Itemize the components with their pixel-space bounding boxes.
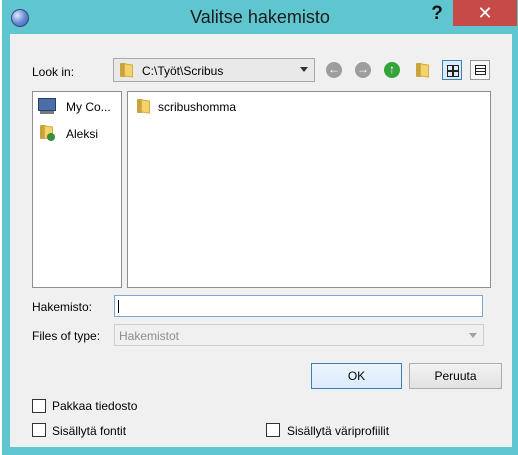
computer-icon [38, 98, 56, 111]
sidebar-item-label: My Co... [66, 100, 111, 114]
ok-button[interactable]: OK [311, 363, 402, 389]
look-in-combo[interactable]: C:\Työt\Scribus [113, 58, 315, 82]
back-icon[interactable]: ← [326, 62, 342, 78]
look-in-path: C:\Työt\Scribus [142, 64, 224, 78]
file-list-panel[interactable]: scribushomma [127, 91, 491, 288]
detail-view-icon[interactable] [470, 60, 490, 80]
close-button[interactable]: ✕ [453, 0, 517, 26]
list-item[interactable]: scribushomma [132, 96, 272, 116]
include-fonts-checkbox[interactable] [32, 423, 46, 437]
directory-label: Hakemisto: [32, 300, 93, 314]
compress-checkbox[interactable] [32, 399, 46, 413]
file-type-value: Hakemistot [119, 329, 180, 343]
computer-base [40, 111, 54, 114]
list-view-icon[interactable] [442, 60, 462, 80]
title-bar[interactable]: Valitse hakemisto ? ✕ [2, 0, 518, 34]
compress-label: Pakkaa tiedosto [52, 399, 138, 413]
chevron-down-icon [469, 333, 477, 338]
file-type-label: Files of type: [32, 329, 101, 343]
dialog-window: Valitse hakemisto ? ✕ Look in: C:\Työt\S… [2, 0, 518, 455]
sidebar-item-label: Aleksi [66, 127, 99, 141]
new-folder-icon[interactable] [416, 63, 430, 78]
list-item-label: scribushomma [158, 100, 237, 114]
include-profiles-checkbox[interactable] [266, 423, 280, 437]
parent-dir-icon[interactable]: ↑ [384, 62, 400, 78]
user-badge-icon [47, 133, 55, 141]
folder-icon [120, 63, 134, 78]
sidebar-panel[interactable]: My Co... Aleksi [32, 91, 122, 288]
chevron-down-icon [300, 67, 308, 72]
text-caret [118, 300, 119, 313]
folder-icon [137, 99, 151, 114]
directory-input[interactable] [114, 295, 483, 317]
file-type-combo[interactable]: Hakemistot [114, 324, 484, 346]
dialog-body: Look in: C:\Työt\Scribus ← → ↑ My Co... [10, 34, 512, 447]
include-fonts-label: Sisällytä fontit [52, 424, 127, 438]
include-profiles-label: Sisällytä väriprofiilit [287, 424, 390, 438]
cancel-button[interactable]: Peruuta [409, 363, 502, 389]
sidebar-item-computer[interactable]: My Co... [35, 96, 119, 116]
look-in-label: Look in: [32, 65, 75, 79]
forward-icon[interactable]: → [355, 62, 371, 78]
sidebar-item-aleksi[interactable]: Aleksi [35, 123, 119, 143]
help-button[interactable]: ? [422, 2, 452, 26]
